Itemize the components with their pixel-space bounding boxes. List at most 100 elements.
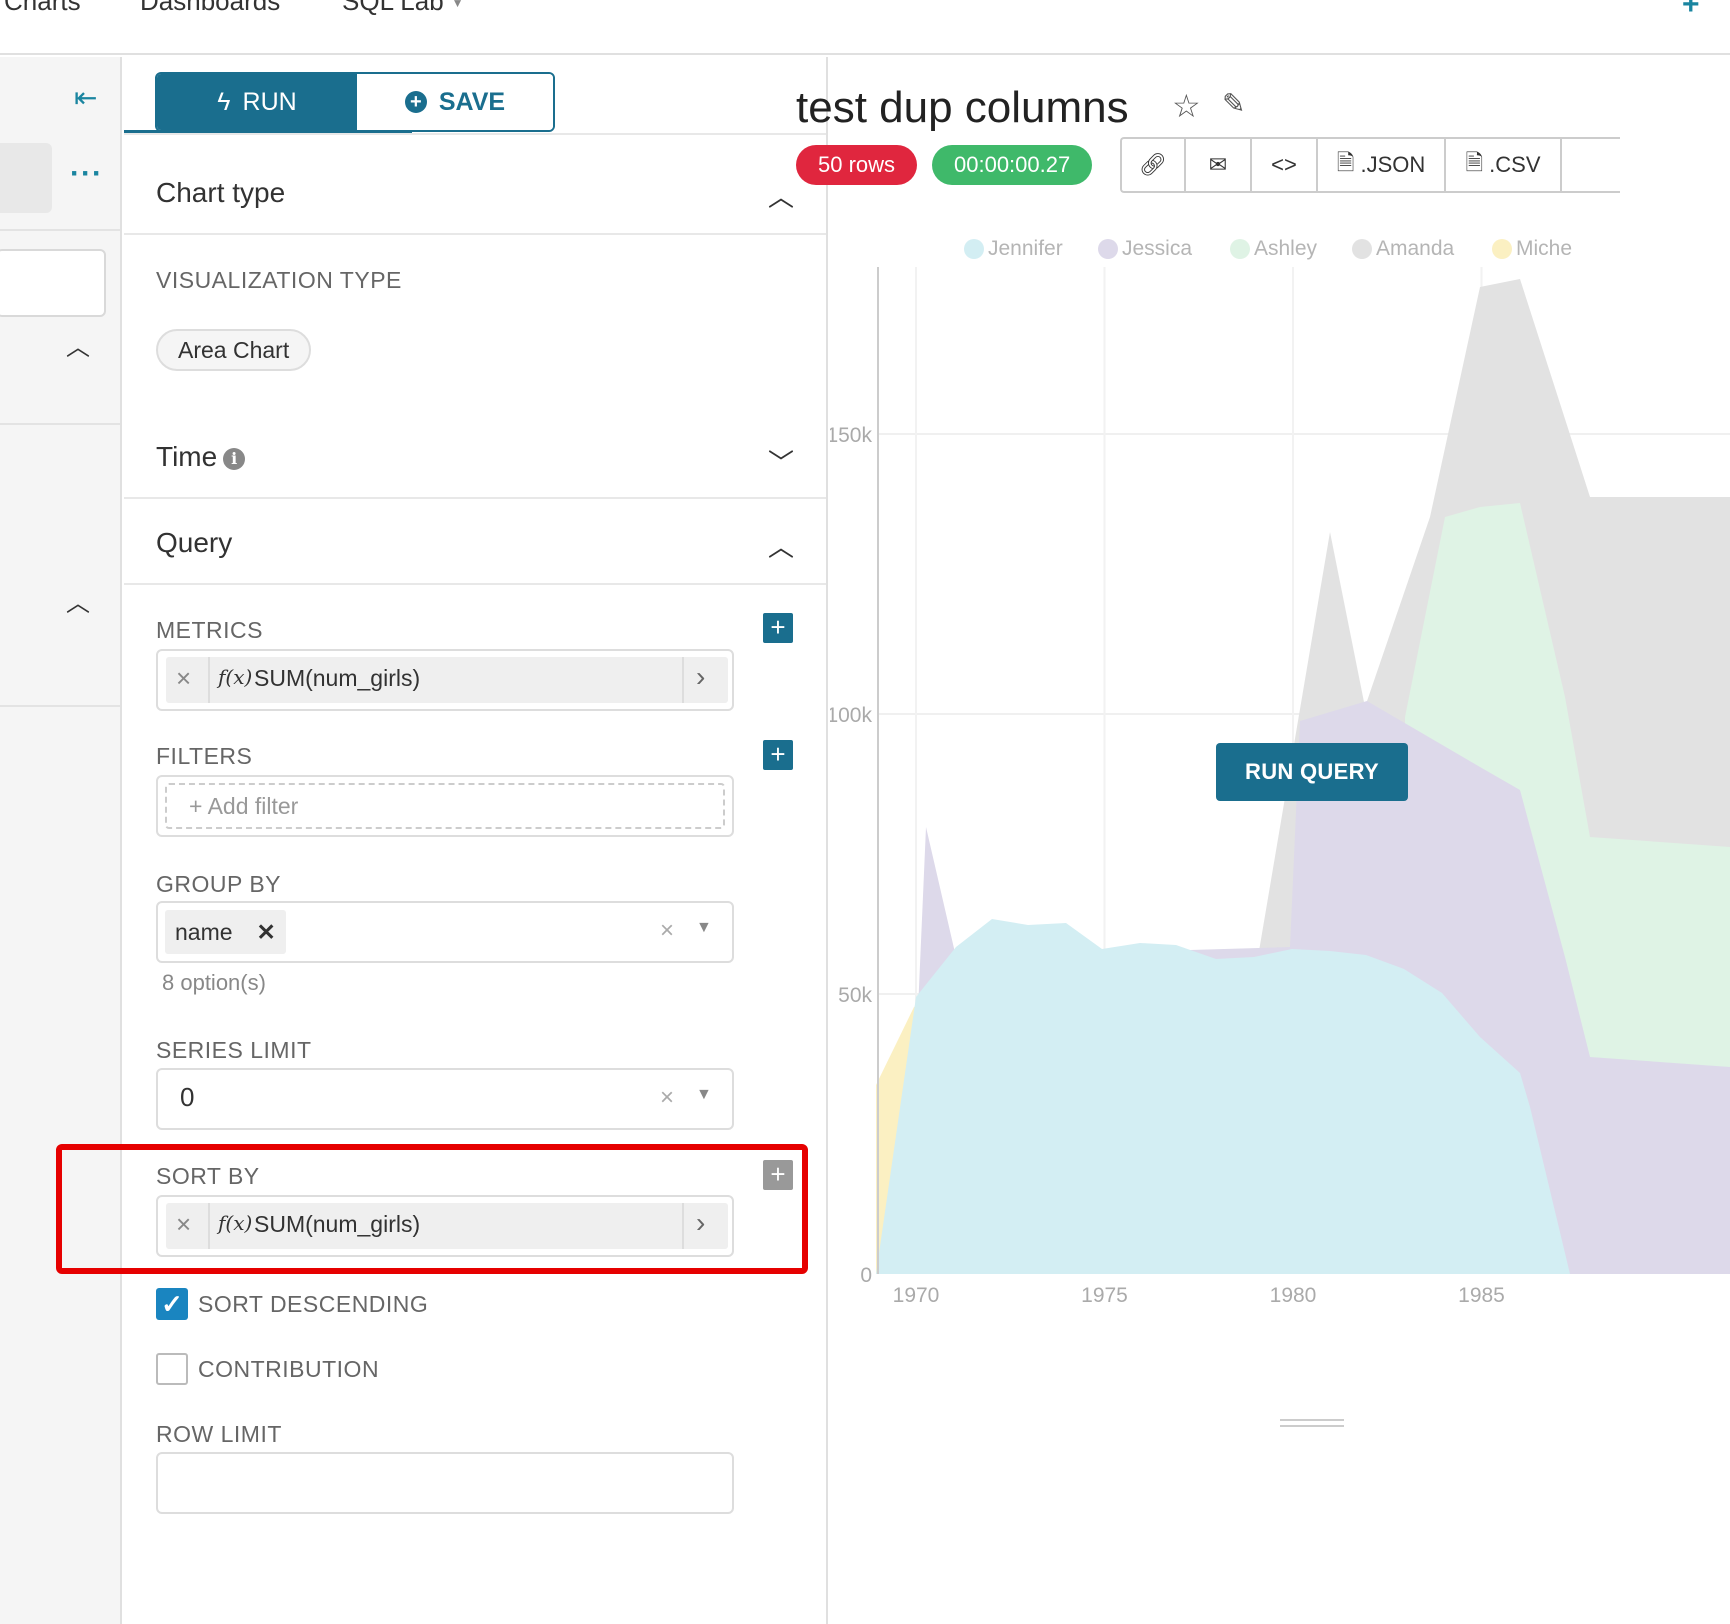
resize-handle[interactable]: [1280, 1419, 1344, 1427]
chevron-down-icon[interactable]: ﹀: [768, 443, 794, 480]
x-tick-label: 1970: [893, 1284, 940, 1307]
edit-icon[interactable]: ✎: [1222, 87, 1245, 120]
legend-dot-icon: [964, 239, 984, 259]
chevron-up-icon[interactable]: ︿: [768, 527, 794, 564]
export-json-button[interactable]: 🗎 .JSON: [1318, 139, 1446, 191]
nav-dashboards[interactable]: Dashboards: [140, 0, 280, 17]
divider: [124, 497, 826, 499]
group-by-tag: name ✕: [165, 910, 286, 954]
chevron-up-icon[interactable]: ︿: [66, 583, 90, 618]
ellipsis-icon[interactable]: ···: [70, 157, 103, 191]
embed-button[interactable]: <>: [1252, 139, 1318, 191]
divider: [208, 657, 210, 703]
divider: [682, 657, 684, 703]
x-tick-label: 1975: [1081, 1284, 1128, 1307]
legend-dot-icon: [1492, 239, 1512, 259]
nav-sql-lab[interactable]: SQL Lab ▼: [342, 0, 464, 17]
clear-icon[interactable]: ×: [660, 917, 674, 945]
legend-dot-icon: [1352, 239, 1372, 259]
visualization-type-select[interactable]: Area Chart: [156, 329, 312, 371]
search-input[interactable]: [0, 249, 106, 317]
filters-field: + Add filter: [156, 775, 734, 837]
section-query[interactable]: Query: [156, 527, 232, 559]
sort-by-label: SORT BY: [156, 1163, 260, 1189]
caret-down-icon: ▼: [451, 0, 464, 11]
divider: [124, 583, 826, 585]
run-save-group: ϟ RUN + SAVE: [155, 72, 555, 132]
plus-circle-icon: +: [404, 91, 427, 113]
json-label: .JSON: [1360, 152, 1426, 177]
contribution-label: CONTRIBUTION: [198, 1356, 380, 1382]
options-hint: 8 option(s): [162, 970, 266, 995]
legend-label: Amanda: [1376, 237, 1455, 260]
caret-down-icon[interactable]: ▼: [696, 919, 712, 937]
chevron-up-icon[interactable]: ︿: [66, 327, 90, 362]
row-limit-select[interactable]: [156, 1452, 734, 1514]
sort-descending-checkbox[interactable]: ✓: [156, 1288, 188, 1320]
legend-label: Jennifer: [988, 237, 1063, 260]
remove-icon[interactable]: ×: [176, 1209, 191, 1240]
metric-label: SUM(num_girls): [254, 665, 421, 691]
run-query-button[interactable]: RUN QUERY: [1216, 743, 1408, 801]
email-button[interactable]: ✉: [1186, 139, 1252, 191]
file-text-icon: 🗎: [1465, 150, 1484, 175]
top-navbar: Charts Dashboards SQL Lab ▼ +: [0, 0, 1730, 55]
section-time[interactable]: Time i: [156, 441, 246, 473]
divider: [0, 705, 120, 707]
function-icon: f(x): [218, 1211, 253, 1235]
add-filter-dropzone[interactable]: + Add filter: [165, 783, 725, 829]
chevron-right-icon[interactable]: ›: [696, 661, 705, 693]
file-code-icon: 🗎: [1336, 150, 1355, 175]
legend-item[interactable]: Amanda: [1352, 237, 1454, 261]
metrics-label: METRICS: [156, 617, 263, 643]
contribution-checkbox[interactable]: [156, 1353, 188, 1385]
series-limit-select[interactable]: 0 × ▼: [156, 1068, 734, 1130]
divider: [124, 133, 826, 135]
caret-down-icon[interactable]: ▼: [696, 1086, 712, 1104]
star-icon[interactable]: ☆: [1172, 87, 1201, 125]
section-chart-type[interactable]: Chart type: [156, 177, 285, 209]
chevron-up-icon[interactable]: ︿: [768, 177, 794, 214]
legend-label: Jessica: [1122, 237, 1193, 260]
run-button[interactable]: ϟ RUN: [157, 74, 357, 130]
sort-descending-label: SORT DESCENDING: [198, 1291, 429, 1317]
remove-icon[interactable]: ×: [176, 663, 191, 694]
datasource-row[interactable]: [0, 143, 52, 213]
add-sort-button[interactable]: +: [763, 1160, 793, 1190]
clear-icon[interactable]: ×: [660, 1084, 674, 1112]
legend-label: Miche: [1516, 237, 1573, 260]
add-metric-button[interactable]: +: [763, 613, 793, 643]
legend-label: Ashley: [1254, 237, 1318, 260]
row-limit-label: ROW LIMIT: [156, 1421, 282, 1447]
collapse-left-icon[interactable]: ⇤: [74, 81, 97, 114]
series-limit-label: SERIES LIMIT: [156, 1037, 312, 1063]
export-csv-button[interactable]: 🗎 .CSV: [1446, 139, 1562, 191]
metrics-field: × f(x) SUM(num_girls) ›: [156, 649, 734, 711]
sort-by-item[interactable]: × f(x) SUM(num_girls) ›: [166, 1203, 728, 1249]
x-tick-label: 1980: [1270, 1284, 1317, 1307]
chevron-right-icon[interactable]: ›: [696, 1207, 705, 1239]
remove-tag-icon[interactable]: ✕: [257, 919, 276, 945]
info-icon[interactable]: i: [223, 447, 246, 470]
chart-title[interactable]: test dup columns: [796, 83, 1129, 133]
add-filter-button[interactable]: +: [763, 740, 793, 770]
legend-item[interactable]: Jessica: [1098, 237, 1192, 261]
nav-charts[interactable]: Charts: [4, 0, 81, 17]
metric-item[interactable]: × f(x) SUM(num_girls) ›: [166, 657, 728, 703]
plus-icon[interactable]: +: [1682, 0, 1700, 22]
function-icon: f(x): [218, 665, 253, 689]
y-tick-label: 100k: [830, 704, 872, 727]
divider: [208, 1203, 210, 1249]
plus-icon: +: [189, 793, 208, 819]
add-filter-placeholder: Add filter: [207, 793, 299, 819]
code-icon: <>: [1271, 152, 1297, 177]
query-time-badge: 00:00:00.27: [932, 145, 1093, 185]
datasource-panel: ⇤ ··· ︿ ︿: [0, 57, 122, 1624]
legend-item[interactable]: Ashley: [1230, 237, 1317, 261]
legend-item[interactable]: Jennifer: [964, 237, 1063, 261]
legend-item[interactable]: Miche: [1492, 237, 1572, 261]
link-button[interactable]: 🔗︎: [1122, 139, 1186, 191]
group-by-select[interactable]: name ✕ × ▼: [156, 901, 734, 963]
divider: [682, 1203, 684, 1249]
save-button[interactable]: + SAVE: [357, 74, 553, 130]
